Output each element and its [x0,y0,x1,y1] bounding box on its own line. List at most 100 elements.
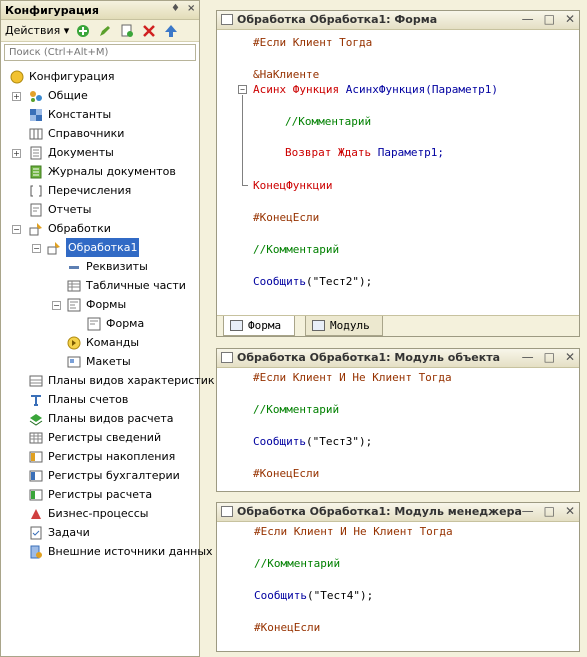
tree-item-attributes[interactable]: Реквизиты [66,257,148,276]
tab-form[interactable]: Форма [223,316,295,336]
accounting-register-icon [28,469,44,483]
external-source-icon [28,545,44,559]
business-process-icon [28,507,44,521]
tree-item-commands[interactable]: Команды [66,333,139,352]
tree-item-info-registers[interactable]: Регистры сведений [28,428,161,447]
tree-item-external-sources[interactable]: Внешние источники данных [28,542,213,561]
chart-of-accounts-icon [28,393,44,407]
tree-item-accounts[interactable]: Планы счетов [28,390,128,409]
collapse-icon[interactable]: − [52,301,61,310]
tree-item-form[interactable]: Форма [86,314,144,333]
code-line: #Если Клиент И Не Клиент Тогда [254,525,453,538]
constants-icon [28,108,44,122]
tree-label: Внешние источники данных [48,545,213,558]
fold-collapse-icon[interactable]: − [238,85,247,94]
collapse-icon[interactable]: − [32,244,41,253]
tree-item-journals[interactable]: Журналы документов [28,162,176,181]
tree-label: Задачи [48,526,90,539]
tree-item-char-types[interactable]: Планы видов характеристик [28,371,215,390]
delete-icon[interactable] [141,23,157,39]
code-line: //Комментарий [285,115,372,128]
code-editor[interactable]: #Если Клиент Тогда &НаКлиенте − Асинх Фу… [217,31,579,336]
tree-label: Конфигурация [29,70,115,83]
window-icon [221,352,233,363]
tree-item-dataprocessors[interactable]: Обработки [28,219,111,238]
actions-menu-button[interactable]: Действия ▾ [5,24,69,37]
forms-icon [66,298,82,312]
tab-label: Модуль [330,319,370,332]
code-line: //Комментарий [253,403,340,416]
tree-item-calc-types[interactable]: Планы видов расчета [28,409,174,428]
tree-item-calc-registers[interactable]: Регистры расчета [28,485,152,504]
tree-item-catalogs[interactable]: Справочники [28,124,124,143]
tree-label: Регистры сведений [48,431,162,444]
tree-label: Табличные части [86,279,186,292]
config-search-input[interactable] [4,44,196,61]
tree-item-templates[interactable]: Макеты [66,352,131,371]
minimize-icon[interactable]: — [522,12,534,26]
edit-icon[interactable] [97,23,113,39]
tree-item-dp1[interactable]: Обработка1 [46,238,140,257]
configuration-panel-title: Конфигурация ♦ × [1,1,199,20]
dataprocessor-icon [46,241,62,255]
accumulation-register-icon [28,450,44,464]
window-title-bar: Обработка Обработка1: Модуль менеджера —… [217,503,579,522]
tree-label: Формы [86,298,127,311]
maximize-icon[interactable]: □ [544,350,555,364]
expand-icon[interactable]: + [12,92,21,101]
general-icon [28,89,44,103]
pin-icon[interactable]: ♦ [171,3,180,14]
tree-label: Обработки [48,222,111,235]
window-title: Обработка Обработка1: Форма [237,13,438,26]
add-icon[interactable] [75,23,91,39]
code-line: //Комментарий [254,557,341,570]
code-line: Возврат Ждать Параметр1; [285,146,444,159]
tree-label: Планы счетов [48,393,129,406]
tree-label: Общие [48,89,88,102]
code-line: //Комментарий [253,243,340,256]
tree-label: Бизнес-процессы [48,507,149,520]
tree-label: Документы [48,146,114,159]
tree-item-tabular[interactable]: Табличные части [66,276,186,295]
dataprocessor-icon [28,222,44,236]
code-editor[interactable]: #Если Клиент И Не Клиент Тогда //Коммент… [217,369,579,491]
maximize-icon[interactable]: □ [544,12,555,26]
tree-label: Планы видов характеристик [48,374,215,387]
tree-label: Отчеты [48,203,92,216]
minimize-icon[interactable]: — [522,350,534,364]
form-icon [230,320,243,331]
collapse-icon[interactable]: − [12,225,21,234]
tree-item-general[interactable]: Общие [28,86,88,105]
tree-label: Команды [86,336,140,349]
close-icon[interactable]: ✕ [565,350,575,364]
tree-item-tasks[interactable]: Задачи [28,523,90,542]
tree-item-documents[interactable]: Документы [28,143,114,162]
tree-item-business-processes[interactable]: Бизнес-процессы [28,504,148,523]
code-line: КонецФункции [253,179,333,192]
tree-item-constants[interactable]: Константы [28,105,111,124]
tab-module[interactable]: Модуль [305,316,383,336]
close-icon[interactable]: × [187,3,195,14]
up-icon[interactable] [163,23,179,39]
report-icon [28,203,44,217]
config-toolbar: Действия ▾ [1,20,199,42]
calculation-register-icon [28,488,44,502]
attribute-icon [66,260,82,274]
minimize-icon[interactable]: — [522,504,534,518]
module-icon [312,320,325,331]
copy-icon[interactable] [119,23,135,39]
tree-item-root[interactable]: Конфигурация [9,67,115,86]
tree-label: Константы [48,108,112,121]
tree-label: Журналы документов [48,165,176,178]
fold-guide [242,95,243,185]
close-icon[interactable]: ✕ [565,504,575,518]
tree-item-reports[interactable]: Отчеты [28,200,91,219]
code-editor[interactable]: #Если Клиент И Не Клиент Тогда //Коммент… [217,523,579,651]
expand-icon[interactable]: + [12,149,21,158]
tree-item-acc-registers[interactable]: Регистры бухгалтерии [28,466,180,485]
maximize-icon[interactable]: □ [544,504,555,518]
tree-item-accum-registers[interactable]: Регистры накопления [28,447,175,466]
tree-item-enums[interactable]: Перечисления [28,181,131,200]
close-icon[interactable]: ✕ [565,12,575,26]
tree-item-forms[interactable]: Формы [66,295,126,314]
